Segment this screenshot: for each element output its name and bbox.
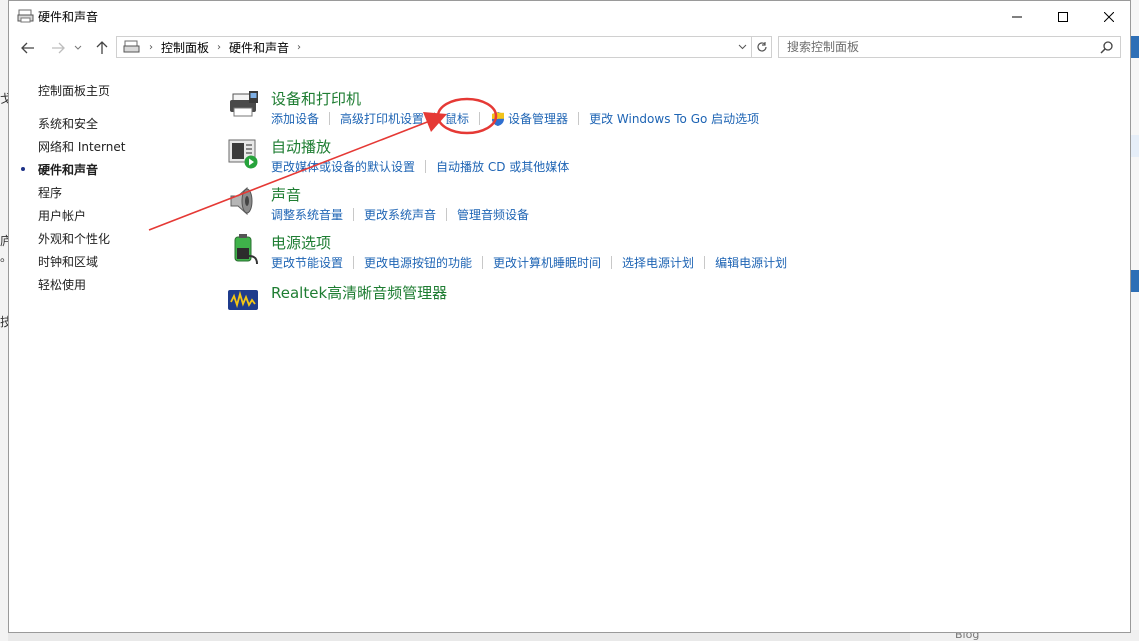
sidebar-item-user-accounts[interactable]: 用户帐户 xyxy=(38,207,86,224)
window-title: 硬件和声音 xyxy=(38,10,99,24)
sidebar-item-system-security[interactable]: 系统和安全 xyxy=(38,115,98,132)
category-title[interactable]: 自动播放 xyxy=(271,136,331,157)
sidebar-item-ease-of-access[interactable]: 轻松使用 xyxy=(38,276,86,293)
link-autoplay-cd[interactable]: 自动播放 CD 或其他媒体 xyxy=(436,158,569,175)
current-page-bullet xyxy=(21,167,25,171)
category-title[interactable]: 声音 xyxy=(271,184,301,205)
forward-arrow-icon xyxy=(52,42,65,54)
category-links: 更改节能设置 更改电源按钮的功能 更改计算机睡眠时间 选择电源计划 编辑电源计划 xyxy=(271,254,787,271)
link-divider xyxy=(434,112,436,125)
breadcrumb-item[interactable]: 硬件和声音 xyxy=(229,39,289,56)
link-divider xyxy=(446,208,448,221)
category-title[interactable]: 设备和打印机 xyxy=(271,88,361,109)
category-autoplay: 自动播放 更改媒体或设备的默认设置 自动播放 CD 或其他媒体 xyxy=(227,136,1107,180)
sidebar-item-network-internet[interactable]: 网络和 Internet xyxy=(38,138,125,155)
category-links: 添加设备 高级打印机设置 鼠标 设备管理器 更改 Windows To Go 启… xyxy=(271,110,759,127)
minimize-button[interactable] xyxy=(994,1,1040,32)
sidebar-item-appearance[interactable]: 外观和个性化 xyxy=(38,230,110,247)
link-device-manager[interactable]: 设备管理器 xyxy=(508,110,568,127)
category-links: 调整系统音量 更改系统声音 管理音频设备 xyxy=(271,206,529,223)
link-divider xyxy=(329,112,331,125)
control-panel-icon xyxy=(123,40,140,53)
recent-locations-button[interactable] xyxy=(72,39,84,57)
search-box[interactable] xyxy=(778,36,1121,58)
link-divider xyxy=(482,256,484,269)
printer-icon xyxy=(230,91,258,117)
link-divider xyxy=(578,112,580,125)
address-bar[interactable]: › 控制面板 › 硬件和声音 › xyxy=(116,36,752,58)
link-adjust-volume[interactable]: 调整系统音量 xyxy=(271,206,343,223)
back-button[interactable] xyxy=(19,39,37,57)
link-change-system-sounds[interactable]: 更改系统声音 xyxy=(364,206,436,223)
background-window-right xyxy=(1131,0,1139,641)
category-title[interactable]: Realtek高清晰音频管理器 xyxy=(271,282,447,303)
uac-shield-icon xyxy=(492,111,505,126)
control-panel-icon xyxy=(17,9,34,23)
autoplay-icon xyxy=(228,139,258,169)
link-divider xyxy=(353,256,355,269)
link-divider xyxy=(353,208,355,221)
breadcrumb-separator: › xyxy=(297,41,302,53)
realtek-audio-icon xyxy=(228,290,258,310)
refresh-button[interactable] xyxy=(752,36,772,58)
back-arrow-icon xyxy=(21,42,34,54)
link-change-power-saving[interactable]: 更改节能设置 xyxy=(271,254,343,271)
category-title[interactable]: 电源选项 xyxy=(271,232,331,253)
search-input[interactable] xyxy=(779,37,1097,57)
close-button[interactable] xyxy=(1086,1,1132,32)
speaker-icon xyxy=(230,186,253,216)
refresh-icon xyxy=(756,42,767,52)
chevron-down-icon xyxy=(74,45,82,50)
title-bar[interactable]: 硬件和声音 xyxy=(9,1,1130,32)
sidebar-item-programs[interactable]: 程序 xyxy=(38,184,62,201)
link-windows-to-go[interactable]: 更改 Windows To Go 启动选项 xyxy=(589,110,759,127)
up-arrow-icon xyxy=(96,41,108,54)
breadcrumb-separator: › xyxy=(217,41,222,53)
link-divider xyxy=(479,112,481,125)
link-add-device[interactable]: 添加设备 xyxy=(271,110,319,127)
link-divider xyxy=(704,256,706,269)
category-realtek-audio: Realtek高清晰音频管理器 xyxy=(227,282,1107,326)
control-panel-window: 硬件和声音 › 控制面板 › 硬件和声音 › 搜索控制面板 控制面板主页 系统和… xyxy=(8,0,1131,633)
minimize-icon xyxy=(1012,16,1022,17)
link-choose-power-plan[interactable]: 选择电源计划 xyxy=(622,254,694,271)
link-change-media-defaults[interactable]: 更改媒体或设备的默认设置 xyxy=(271,158,415,175)
sidebar-item-control-panel-home[interactable]: 控制面板主页 xyxy=(38,82,110,99)
maximize-icon xyxy=(1058,11,1068,22)
link-manage-audio-devices[interactable]: 管理音频设备 xyxy=(457,206,529,223)
category-links: 更改媒体或设备的默认设置 自动播放 CD 或其他媒体 xyxy=(271,158,569,175)
link-divider xyxy=(611,256,613,269)
maximize-button[interactable] xyxy=(1040,1,1086,32)
link-divider xyxy=(425,160,427,173)
chevron-down-icon xyxy=(738,44,746,50)
link-sleep-time[interactable]: 更改计算机睡眠时间 xyxy=(493,254,601,271)
background-block xyxy=(1131,270,1139,292)
link-advanced-printer-setup[interactable]: 高级打印机设置 xyxy=(340,110,424,127)
breadcrumb-separator: › xyxy=(149,41,153,53)
link-mouse[interactable]: 鼠标 xyxy=(445,110,469,127)
sidebar-item-clock-region[interactable]: 时钟和区域 xyxy=(38,253,98,270)
category-sound: 声音 调整系统音量 更改系统声音 管理音频设备 xyxy=(227,184,1107,228)
category-power-options: 电源选项 更改节能设置 更改电源按钮的功能 更改计算机睡眠时间 选择电源计划 编… xyxy=(227,232,1107,276)
link-edit-power-plan[interactable]: 编辑电源计划 xyxy=(715,254,787,271)
link-power-button-function[interactable]: 更改电源按钮的功能 xyxy=(364,254,472,271)
power-options-icon xyxy=(234,234,258,265)
up-button[interactable] xyxy=(93,39,111,57)
background-block xyxy=(1131,135,1139,157)
close-icon xyxy=(1104,11,1114,22)
background-window-left: 戈 庐 。 技 xyxy=(0,0,12,641)
address-dropdown-button[interactable] xyxy=(733,37,751,57)
navigation-bar: › 控制面板 › 硬件和声音 › xyxy=(9,35,1130,61)
search-icon[interactable] xyxy=(1100,40,1114,54)
breadcrumb-item[interactable]: 控制面板 xyxy=(161,39,209,56)
category-devices-printers: 设备和打印机 添加设备 高级打印机设置 鼠标 设备管理器 更改 Windows … xyxy=(227,88,1107,132)
background-block xyxy=(1131,36,1139,58)
sidebar-item-hardware-sound: 硬件和声音 xyxy=(38,163,99,177)
forward-button[interactable] xyxy=(49,39,67,57)
